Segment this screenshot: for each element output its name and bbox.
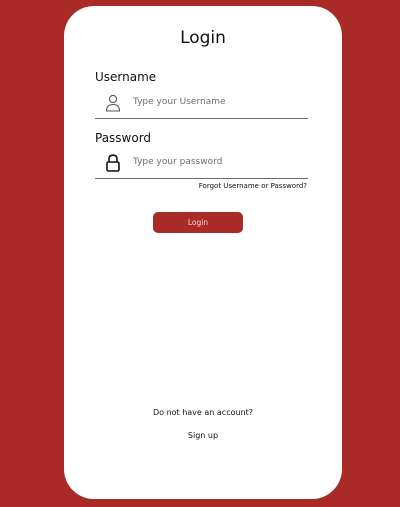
password-label: Password xyxy=(95,131,152,145)
user-icon xyxy=(105,94,121,112)
login-card: Login Username Password Forgot Username … xyxy=(64,6,342,499)
page-title: Login xyxy=(180,28,226,48)
password-input[interactable] xyxy=(133,152,303,172)
no-account-text: Do not have an account? xyxy=(152,408,254,417)
username-field-row xyxy=(95,88,308,119)
forgot-credentials-link[interactable]: Forgot Username or Password? xyxy=(199,182,307,190)
signup-row: Sign up xyxy=(64,431,342,440)
password-field-row xyxy=(95,148,308,179)
login-button[interactable]: Login xyxy=(153,212,243,233)
signup-link[interactable]: Sign up xyxy=(188,431,218,440)
username-input[interactable] xyxy=(133,92,303,112)
username-label: Username xyxy=(95,70,157,84)
lock-icon xyxy=(106,154,120,172)
